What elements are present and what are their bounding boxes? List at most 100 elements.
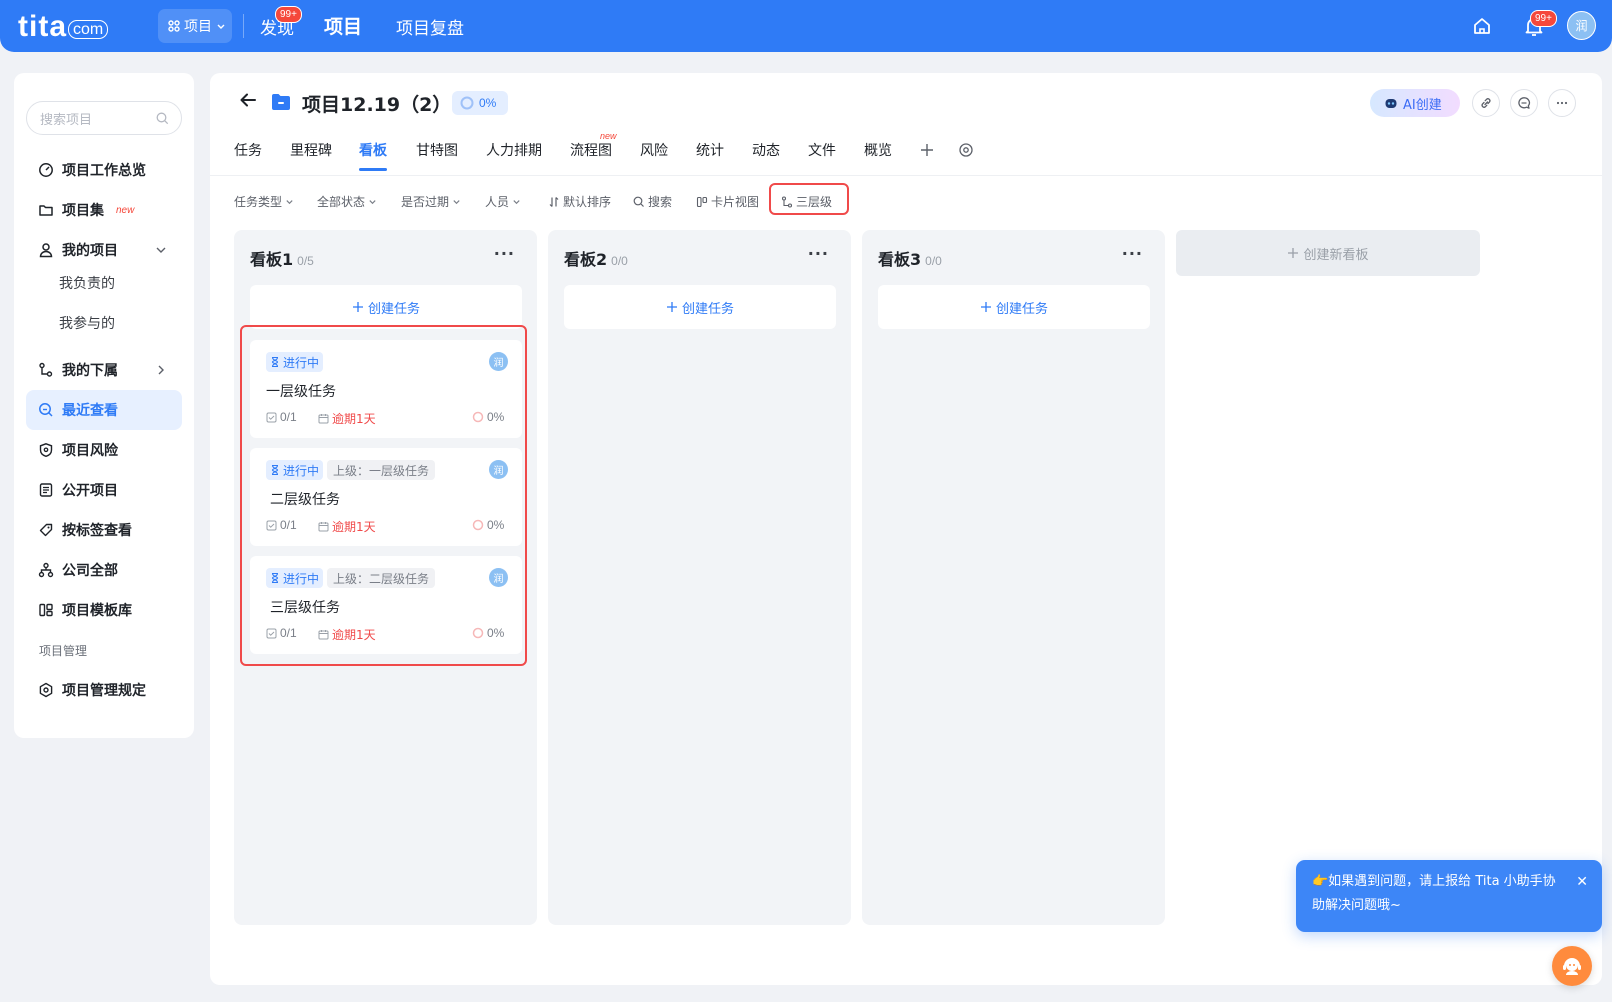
sort-icon — [549, 196, 559, 207]
add-tab-icon[interactable] — [919, 142, 935, 158]
sidebar-item-risk[interactable]: 项目风险 — [26, 430, 182, 470]
filter-people[interactable]: 人员 — [485, 193, 521, 210]
comment-button[interactable] — [1510, 89, 1538, 117]
card-view-button[interactable]: 卡片视图 — [696, 193, 759, 210]
board-more-button[interactable]: ··· — [1122, 244, 1143, 263]
sidebar-item-overview[interactable]: 项目工作总览 — [26, 150, 182, 190]
tab-stats[interactable]: 统计 — [696, 140, 724, 160]
create-task-button[interactable]: 创建任务 — [250, 285, 522, 329]
highlight-task-cards — [240, 325, 527, 666]
project-search-input[interactable]: 搜索项目 — [26, 101, 182, 135]
tab-resourcing[interactable]: 人力排期 — [486, 140, 542, 160]
sidebar-item-rules[interactable]: 项目管理规定 — [26, 670, 182, 710]
tab-tasks[interactable]: 任务 — [234, 140, 262, 160]
project-progress-chip: 0% — [452, 91, 508, 115]
sidebar: 搜索项目 项目工作总览 项目集 new 我的项目 我负责的 我参与的 我的下属 最… — [14, 73, 194, 738]
search-button[interactable]: 搜索 — [633, 193, 672, 210]
board-title: 看板1 0/5 — [250, 250, 314, 269]
search-icon — [156, 112, 169, 125]
user-icon — [39, 243, 53, 258]
tab-gantt[interactable]: 甘特图 — [416, 140, 458, 160]
user-avatar[interactable]: 润 — [1567, 11, 1596, 40]
sidebar-item-recent[interactable]: 最近查看 — [26, 390, 182, 430]
plus-icon — [352, 302, 363, 312]
more-icon — [1556, 101, 1568, 105]
chevron-down-icon — [453, 200, 460, 205]
list-icon — [39, 483, 53, 497]
sidebar-item-my-lead[interactable]: 我负责的 — [59, 273, 115, 293]
settings-icon — [39, 682, 53, 698]
app-switcher[interactable]: 项目 — [158, 9, 232, 43]
chevron-right-icon — [158, 365, 164, 375]
sidebar-item-my-join[interactable]: 我参与的 — [59, 313, 115, 333]
tab-activity[interactable]: 动态 — [752, 140, 780, 160]
tag-icon — [39, 523, 53, 537]
project-folder-icon — [272, 94, 290, 110]
create-task-button[interactable]: 创建任务 — [878, 285, 1150, 329]
create-board-button[interactable]: 创建新看板 — [1176, 230, 1480, 276]
active-tab-indicator — [359, 168, 387, 171]
create-task-button[interactable]: 创建任务 — [564, 285, 836, 329]
help-assistant-button[interactable] — [1552, 946, 1592, 986]
search-icon — [633, 196, 644, 207]
template-icon — [39, 603, 53, 617]
link-button[interactable] — [1472, 89, 1500, 117]
folder-icon — [39, 205, 53, 216]
board-column-3: 看板3 0/0 ··· 创建任务 — [862, 230, 1165, 925]
board-column-2: 看板2 0/0 ··· 创建任务 — [548, 230, 851, 925]
top-navigation-bar: tita com 项目 发现 99+ 项目 项目复盘 99+ 润 — [0, 0, 1612, 52]
grid-icon — [168, 20, 180, 32]
progress-ring-icon — [460, 96, 474, 110]
tab-settings-icon[interactable] — [958, 142, 974, 158]
sidebar-item-by-tag[interactable]: 按标签查看 — [26, 510, 182, 550]
hierarchy-icon — [39, 362, 53, 377]
project-title: 项目12.19（2） — [302, 94, 452, 116]
app-switch-label: 项目 — [184, 19, 212, 35]
filter-overdue[interactable]: 是否过期 — [401, 193, 461, 210]
board-more-button[interactable]: ··· — [494, 244, 515, 263]
tita-logo[interactable]: tita com — [18, 10, 109, 44]
tab-summary[interactable]: 概览 — [864, 140, 892, 160]
back-arrow-icon[interactable] — [238, 90, 258, 110]
org-chart-icon — [38, 562, 54, 578]
ai-create-button[interactable]: AI创建 — [1370, 89, 1460, 117]
chevron-down-icon — [217, 24, 225, 29]
sidebar-item-public[interactable]: 公开项目 — [26, 470, 182, 510]
close-icon[interactable]: ✕ — [1576, 870, 1588, 894]
section-project-management: 项目管理 — [39, 644, 88, 658]
tab-milestones[interactable]: 里程碑 — [290, 140, 332, 160]
tab-risk[interactable]: 风险 — [640, 140, 668, 160]
filter-task-type[interactable]: 任务类型 — [234, 193, 294, 210]
sidebar-item-collections[interactable]: 项目集 new — [26, 190, 182, 230]
robot-icon — [1385, 99, 1397, 108]
nav-projects[interactable]: 项目 — [324, 12, 362, 39]
sidebar-item-my-projects[interactable]: 我的项目 — [26, 230, 182, 270]
plus-icon — [1288, 248, 1299, 258]
home-icon[interactable] — [1470, 14, 1494, 38]
tab-new-tag: new — [600, 131, 617, 141]
chevron-down-icon — [156, 247, 166, 253]
dashboard-icon — [39, 163, 53, 177]
tab-kanban[interactable]: 看板 — [359, 140, 387, 160]
comment-icon — [1518, 97, 1531, 109]
support-agent-icon — [1563, 958, 1581, 975]
plus-icon — [980, 302, 991, 312]
sort-button[interactable]: 默认排序 — [548, 193, 611, 210]
link-icon — [1481, 98, 1491, 108]
sidebar-item-subordinates[interactable]: 我的下属 — [26, 350, 182, 390]
shield-icon — [39, 443, 53, 458]
search-history-icon — [39, 403, 53, 417]
board-title: 看板2 0/0 — [564, 250, 628, 269]
sidebar-item-company[interactable]: 公司全部 — [26, 550, 182, 590]
sidebar-item-templates[interactable]: 项目模板库 — [26, 590, 182, 630]
chevron-down-icon — [513, 200, 520, 205]
chevron-down-icon — [286, 200, 293, 205]
more-options-button[interactable] — [1548, 89, 1576, 117]
board-more-button[interactable]: ··· — [808, 244, 829, 263]
nav-project-review[interactable]: 项目复盘 — [396, 14, 464, 39]
tab-files[interactable]: 文件 — [808, 140, 836, 160]
tab-flowchart[interactable]: 流程图 — [570, 140, 612, 160]
search-placeholder: 搜索项目 — [40, 112, 93, 128]
notification-badge: 99+ — [1530, 10, 1557, 27]
filter-status[interactable]: 全部状态 — [317, 193, 377, 210]
